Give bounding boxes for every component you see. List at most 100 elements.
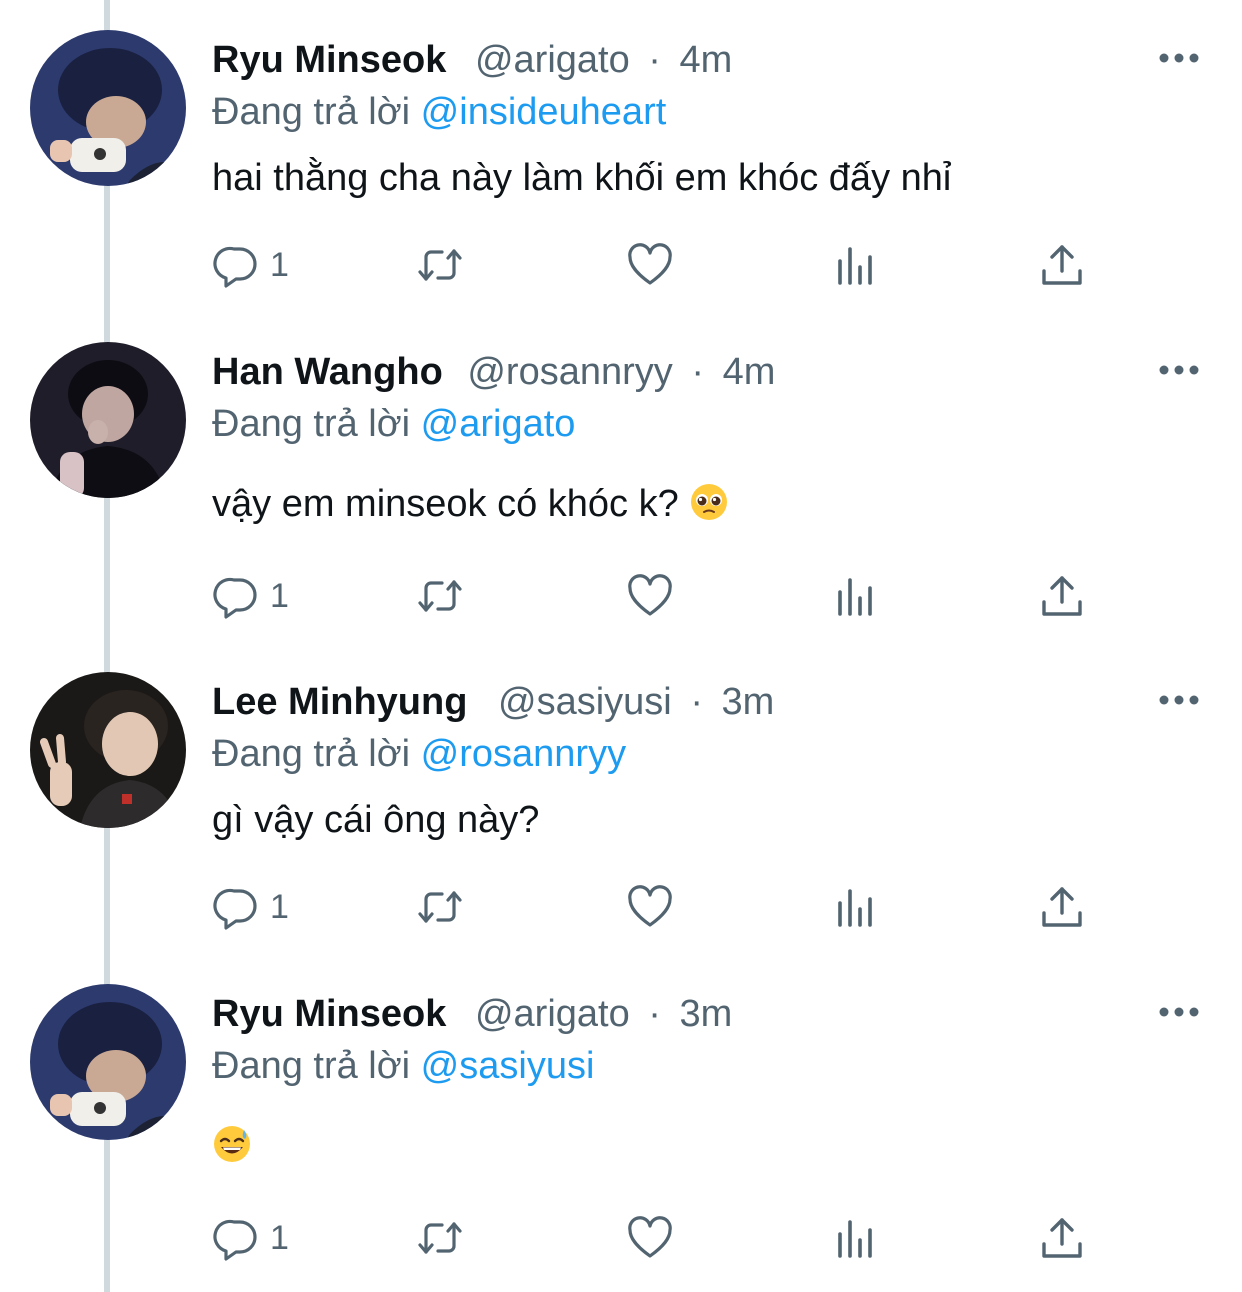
more-dots-icon[interactable]: [1158, 1002, 1200, 1022]
views-chart-icon: [838, 1220, 872, 1258]
action-bar: 1: [212, 877, 1112, 937]
tweet[interactable]: Lee Minhyung @sasiyusi · 3m Đang trả lời…: [0, 672, 1242, 952]
replying-to: Đang trả lời @sasiyusi: [212, 1038, 594, 1094]
heart-icon: [628, 885, 672, 927]
views-button[interactable]: [832, 877, 880, 937]
more-dots-icon[interactable]: [1158, 690, 1200, 710]
share-upload-icon: [1042, 245, 1082, 285]
avatar[interactable]: [30, 30, 186, 186]
share-button[interactable]: [1038, 877, 1086, 937]
share-button[interactable]: [1038, 566, 1086, 626]
reply-mention-link[interactable]: @rosannryy: [421, 733, 626, 775]
views-chart-icon: [838, 247, 872, 285]
reply-button[interactable]: 1: [212, 1208, 289, 1268]
views-chart-icon: [838, 578, 872, 616]
views-button[interactable]: [832, 566, 880, 626]
reply-mention-link[interactable]: @insideuheart: [421, 91, 667, 133]
avatar[interactable]: [30, 342, 186, 498]
action-bar: 1: [212, 1208, 1112, 1268]
tweet-text: hai thằng cha này làm khối em khóc đấy n…: [212, 157, 952, 199]
tweet[interactable]: Han Wangho @rosannryy · 4m Đang trả lời …: [0, 342, 1242, 632]
like-button[interactable]: [626, 235, 674, 295]
share-upload-icon: [1042, 576, 1082, 616]
tweet-header: Lee Minhyung @sasiyusi · 3m: [212, 672, 774, 732]
replying-to-label: Đang trả lời: [212, 403, 411, 445]
tweet[interactable]: Ryu Minseok @arigato · 3m Đang trả lời @…: [0, 984, 1242, 1274]
pleading-face-icon: [691, 484, 728, 520]
retweet-icon: [418, 580, 462, 612]
replying-to-label: Đang trả lời: [212, 733, 411, 775]
avatar-han-wangho-icon: [30, 342, 186, 498]
user-handle[interactable]: @arigato: [475, 39, 630, 81]
separator: ·: [690, 681, 703, 723]
separator: ·: [648, 993, 661, 1035]
reply-count: 1: [270, 1218, 289, 1257]
reply-count: 1: [270, 887, 289, 926]
reply-bubble-icon: [213, 246, 257, 288]
reply-mention-link[interactable]: @arigato: [421, 403, 576, 445]
avatar-ryu-minseok-icon: [30, 984, 186, 1140]
retweet-button[interactable]: [416, 235, 464, 295]
tweet-text-container: [212, 1118, 252, 1174]
user-handle[interactable]: @rosannryy: [467, 351, 672, 393]
replying-to-label: Đang trả lời: [212, 91, 411, 133]
action-bar: 1: [212, 235, 1112, 295]
views-button[interactable]: [832, 235, 880, 295]
avatar-ryu-minseok-icon: [30, 30, 186, 186]
retweet-icon: [418, 1222, 462, 1254]
tweet[interactable]: Ryu Minseok @arigato · 4m Đang trả lời @…: [0, 30, 1242, 310]
like-button[interactable]: [626, 566, 674, 626]
reply-button[interactable]: 1: [212, 566, 289, 626]
display-name[interactable]: Ryu Minseok: [212, 993, 446, 1035]
retweet-button[interactable]: [416, 1208, 464, 1268]
views-button[interactable]: [832, 1208, 880, 1268]
avatar[interactable]: [30, 672, 186, 828]
replying-to-label: Đang trả lời: [212, 1045, 411, 1087]
retweet-button[interactable]: [416, 566, 464, 626]
reply-button[interactable]: 1: [212, 235, 289, 295]
timestamp[interactable]: 4m: [680, 39, 733, 81]
more-dots-icon[interactable]: [1158, 48, 1200, 68]
tweet-text-container: vậy em minseok có khóc k?: [212, 476, 729, 532]
share-button[interactable]: [1038, 1208, 1086, 1268]
heart-icon: [628, 574, 672, 616]
reply-bubble-icon: [213, 577, 257, 619]
tweet-header: Ryu Minseok @arigato · 3m: [212, 984, 732, 1044]
display-name[interactable]: Han Wangho: [212, 351, 443, 393]
tweet-header: Han Wangho @rosannryy · 4m: [212, 342, 775, 402]
timestamp[interactable]: 4m: [723, 351, 776, 393]
separator: ·: [691, 351, 704, 393]
heart-icon: [628, 243, 672, 285]
tweet-text: gì vậy cái ông này?: [212, 799, 540, 841]
retweet-button[interactable]: [416, 877, 464, 937]
retweet-icon: [418, 249, 462, 281]
avatar-lee-minhyung-icon: [30, 672, 186, 828]
timestamp[interactable]: 3m: [680, 993, 733, 1035]
reply-mention-link[interactable]: @sasiyusi: [421, 1045, 595, 1087]
views-chart-icon: [838, 889, 872, 927]
tweet-text: vậy em minseok có khóc k?: [212, 483, 679, 525]
user-handle[interactable]: @arigato: [475, 993, 630, 1035]
reply-count: 1: [270, 245, 289, 284]
share-button[interactable]: [1038, 235, 1086, 295]
share-upload-icon: [1042, 1218, 1082, 1258]
like-button[interactable]: [626, 1208, 674, 1268]
more-dots-icon[interactable]: [1158, 360, 1200, 380]
reply-count: 1: [270, 576, 289, 615]
reply-bubble-icon: [213, 888, 257, 930]
replying-to: Đang trả lời @rosannryy: [212, 726, 626, 782]
tweet-header: Ryu Minseok @arigato · 4m: [212, 30, 732, 90]
user-handle[interactable]: @sasiyusi: [498, 681, 672, 723]
share-upload-icon: [1042, 887, 1082, 927]
display-name[interactable]: Ryu Minseok: [212, 39, 446, 81]
heart-icon: [628, 1216, 672, 1258]
grinning-sweat-face-icon: [214, 1126, 250, 1162]
reply-button[interactable]: 1: [212, 877, 289, 937]
separator: ·: [648, 39, 661, 81]
timestamp[interactable]: 3m: [722, 681, 775, 723]
avatar[interactable]: [30, 984, 186, 1140]
display-name[interactable]: Lee Minhyung: [212, 681, 467, 723]
like-button[interactable]: [626, 877, 674, 937]
replying-to: Đang trả lời @arigato: [212, 396, 575, 452]
action-bar: 1: [212, 566, 1112, 626]
